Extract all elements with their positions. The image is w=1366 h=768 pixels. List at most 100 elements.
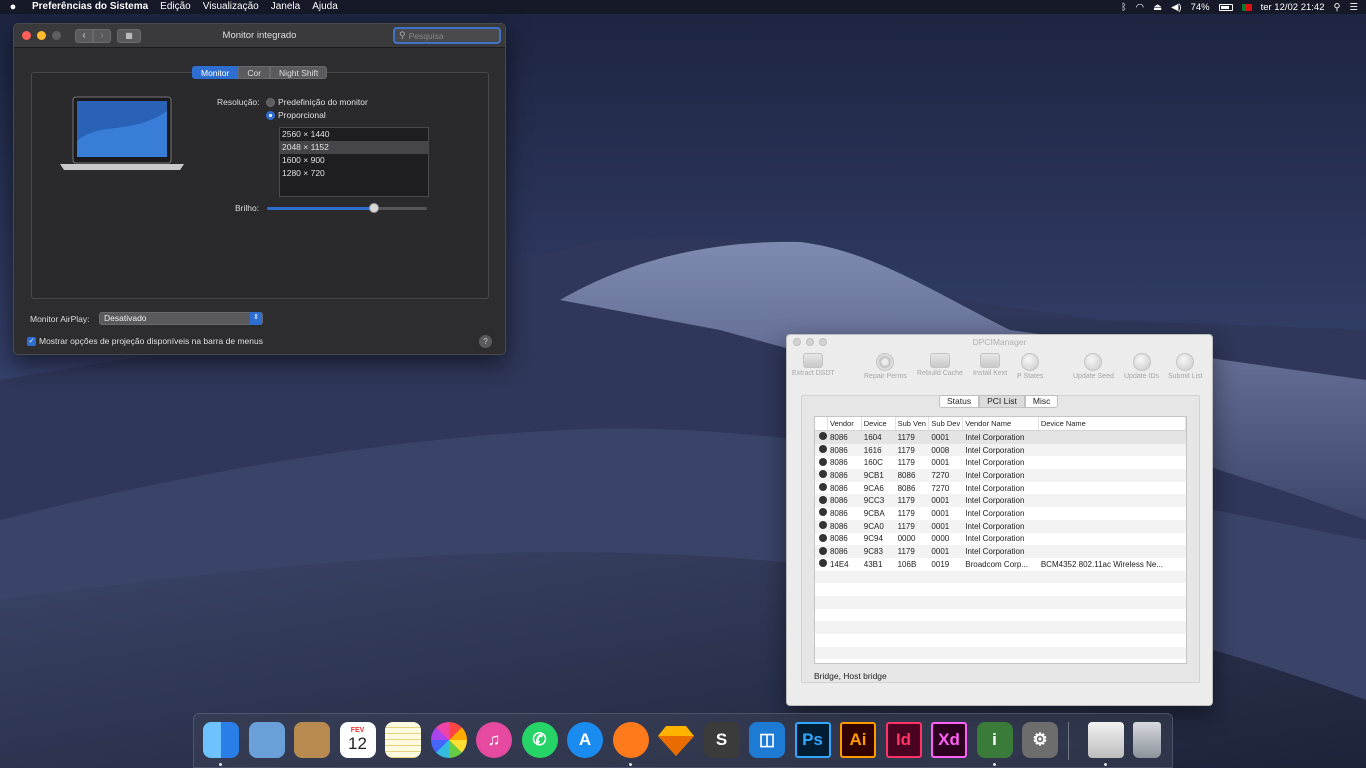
bluetooth-icon[interactable]: ᛒ	[1121, 2, 1127, 13]
tab-color[interactable]: Cor	[238, 66, 271, 79]
show-mirroring-option[interactable]: ✓ Mostrar opções de projeção disponíveis…	[27, 336, 263, 346]
repair-perms-button[interactable]: Repair Perms	[864, 353, 907, 380]
whatsapp-icon[interactable]: ✆	[521, 722, 558, 758]
mirroring-checkbox[interactable]: ✓	[27, 336, 36, 346]
sketch-icon[interactable]	[658, 722, 694, 758]
table-cell: 1179	[897, 496, 915, 506]
notification-center-icon[interactable]: ☰	[1349, 2, 1358, 13]
minimize-button[interactable]	[37, 31, 46, 40]
update-ids-button[interactable]: Update IDs	[1124, 353, 1159, 380]
indesign-icon[interactable]: Id	[885, 722, 922, 758]
forward-button[interactable]: ›	[93, 28, 111, 43]
column-header[interactable]: Vendor	[828, 417, 862, 430]
column-header[interactable]: Sub Ven	[896, 417, 930, 430]
resolution-option-selected[interactable]: 2048 × 1152	[280, 141, 428, 154]
eject-icon[interactable]: ⏏	[1153, 2, 1162, 13]
menu-window[interactable]: Janela	[265, 0, 306, 14]
column-header[interactable]: Vendor Name	[963, 417, 1039, 430]
system-information-icon[interactable]: i	[976, 722, 1013, 758]
resolution-option[interactable]: 1600 × 900	[280, 154, 428, 167]
wifi-icon[interactable]: ◠	[1136, 2, 1144, 13]
help-button[interactable]: ?	[479, 335, 492, 348]
spotlight-search-icon[interactable]: ⚲	[1334, 2, 1341, 13]
table-row[interactable]: 14E4 43B1 106B 0019 Broadcom Corp... BCM4352 …	[815, 558, 1186, 571]
table-row[interactable]: 8086 9CA0 1179 0001 Intel Corporation	[815, 519, 1186, 533]
app-store-icon[interactable]: A	[567, 722, 603, 758]
battery-percent[interactable]: 74%	[1191, 2, 1210, 13]
tab-monitor[interactable]: Monitor	[192, 66, 239, 79]
table-row[interactable]: 8086 9CC3 1179 0001 Intel Corporation	[815, 494, 1186, 508]
calendar-icon[interactable]: FEV 12	[339, 722, 376, 758]
table-cell: 8086	[829, 483, 848, 493]
sublime-text-icon[interactable]: S	[703, 722, 740, 758]
notes-icon[interactable]	[385, 722, 421, 758]
pci-device-icon	[819, 508, 827, 517]
preview-icon[interactable]	[248, 722, 285, 758]
table-row[interactable]: 8086 9CBA 1179 0001 Intel Corporation	[815, 507, 1186, 520]
menu-help[interactable]: Ajuda	[306, 0, 344, 14]
resolution-option[interactable]: 2560 × 1440	[280, 128, 428, 141]
show-all-grid-button[interactable]: ▦	[117, 28, 141, 43]
menu-app-name[interactable]: Preferências do Sistema	[26, 0, 154, 14]
tab-pci-list[interactable]: PCI List	[979, 395, 1025, 408]
trash-icon[interactable]	[1133, 722, 1161, 758]
tab-misc[interactable]: Misc	[1024, 395, 1059, 408]
contacts-icon[interactable]	[294, 722, 330, 758]
update-seed-button[interactable]: Update Seed	[1073, 353, 1114, 380]
running-indicator	[1103, 763, 1107, 766]
photoshop-icon[interactable]: Ps	[794, 722, 831, 758]
app-store-glyph: A	[578, 730, 592, 749]
toolbar-label: Update Seed	[1073, 373, 1114, 380]
table-row[interactable]: 8086 9CA6 8086 7270 Intel Corporation	[815, 482, 1186, 495]
p-states-button[interactable]: P States	[1017, 353, 1043, 380]
ide-icon[interactable]: ◫	[749, 722, 785, 758]
table-row[interactable]: 8086 9C83 1179 0001 Intel Corporation	[815, 545, 1186, 558]
table-row[interactable]: 8086 9CB1 8086 7270 Intel Corporation	[815, 469, 1186, 482]
column-header[interactable]: Device Name	[1039, 417, 1186, 430]
install-kext-button[interactable]: Install Kext	[973, 353, 1007, 377]
apple-menu-icon[interactable]: ●	[0, 1, 26, 13]
menu-view[interactable]: Visualização	[197, 0, 265, 14]
zoom-button[interactable]	[52, 31, 61, 40]
illustrator-icon[interactable]: Ai	[840, 722, 876, 758]
tab-status[interactable]: Status	[939, 395, 980, 408]
rebuild-cache-button[interactable]: Rebuild Cache	[917, 353, 963, 377]
table-row[interactable]: 8086 9C94 0000 0000 Intel Corporation	[815, 533, 1186, 546]
resolution-option[interactable]: 1280 × 720	[280, 167, 428, 180]
folder-icon	[929, 353, 950, 368]
radio-default-for-display[interactable]: Predefinição do monitor	[266, 97, 368, 107]
back-button[interactable]: ‹	[75, 28, 93, 43]
extract-dsdt-button[interactable]: Extract DSDT	[792, 353, 835, 377]
volume-icon[interactable]: ◀)	[1171, 2, 1181, 13]
search-input[interactable]	[408, 30, 489, 41]
column-header[interactable]: Sub Dev	[929, 417, 964, 430]
radio-scaled[interactable]: Proporcional	[266, 110, 326, 120]
toolbar-label: Repair Perms	[864, 373, 907, 380]
table-row[interactable]: 8086 1604 1179 0001 Intel Corporation	[815, 431, 1186, 444]
finder-icon[interactable]	[203, 722, 239, 758]
table-row[interactable]: 8086 1616 1179 0008 Intel Corporation	[815, 443, 1186, 457]
resolution-list[interactable]: 2560 × 1440 2048 × 1152 1600 × 900 1280 …	[279, 127, 429, 197]
firefox-icon[interactable]	[612, 722, 649, 758]
tab-night-shift[interactable]: Night Shift	[270, 66, 328, 79]
photos-icon[interactable]	[430, 722, 467, 758]
adobe-xd-icon[interactable]: Xd	[931, 722, 967, 758]
downloads-icon[interactable]	[1087, 722, 1124, 758]
column-header[interactable]: Device	[862, 417, 896, 430]
menu-edit[interactable]: Edição	[154, 0, 197, 14]
search-icon: ⚲	[399, 30, 406, 40]
submit-list-button[interactable]: Submit List	[1168, 353, 1203, 380]
globe-icon	[1132, 353, 1151, 371]
table-cell: 1616	[863, 445, 882, 455]
search-field[interactable]: ⚲	[393, 27, 501, 44]
system-preferences-icon[interactable]: ⚙	[1022, 722, 1058, 758]
close-button[interactable]	[22, 31, 31, 40]
brightness-slider[interactable]	[267, 203, 427, 213]
clock[interactable]: ter 12/02 21:42	[1261, 2, 1325, 13]
battery-icon[interactable]	[1218, 3, 1233, 11]
input-source-flag-icon[interactable]	[1241, 3, 1252, 11]
empty-row	[815, 646, 1186, 660]
airplay-popup[interactable]: Desativado ⇕	[99, 312, 263, 325]
itunes-icon[interactable]: ♫	[476, 722, 512, 758]
table-row[interactable]: 8086 160C 1179 0001 Intel Corporation	[815, 456, 1186, 469]
